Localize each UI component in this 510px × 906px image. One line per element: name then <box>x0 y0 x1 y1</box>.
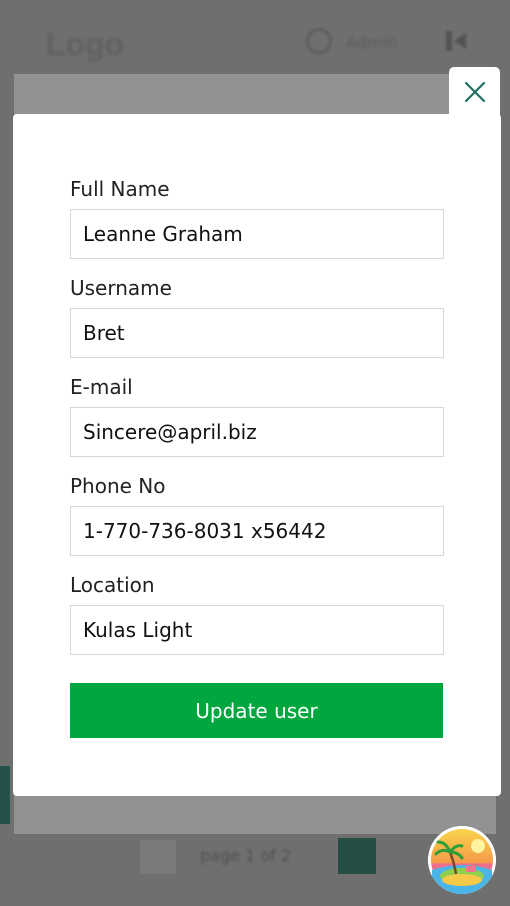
next-page-button <box>338 838 376 874</box>
user-name: Admin <box>346 33 397 52</box>
full-name-input[interactable] <box>70 209 444 259</box>
username-field: Username <box>70 275 444 358</box>
logo: Logo <box>46 26 125 62</box>
edit-user-modal: Full Name Username E-mail Phone No Locat… <box>13 114 501 796</box>
tropical-island-icon <box>428 826 496 894</box>
phone-label: Phone No <box>70 474 166 498</box>
pagination: page 1 of 2 <box>140 838 380 874</box>
close-modal-button[interactable] <box>449 67 500 117</box>
user-icon <box>306 28 332 54</box>
prev-page-button <box>140 840 176 874</box>
phone-field: Phone No <box>70 473 444 556</box>
close-icon <box>464 81 485 103</box>
app-badge[interactable] <box>428 826 496 894</box>
phone-input[interactable] <box>70 506 444 556</box>
location-field: Location <box>70 572 444 655</box>
location-label: Location <box>70 573 155 597</box>
username-input[interactable] <box>70 308 444 358</box>
email-field: E-mail <box>70 374 444 457</box>
full-name-field: Full Name <box>70 176 444 259</box>
update-user-button[interactable]: Update user <box>70 683 443 738</box>
email-input[interactable] <box>70 407 444 457</box>
username-label: Username <box>70 276 172 300</box>
side-accent <box>0 766 10 824</box>
full-name-label: Full Name <box>70 177 170 201</box>
logout-icon <box>446 31 466 51</box>
email-label: E-mail <box>70 375 133 399</box>
edit-user-form: Full Name Username E-mail Phone No Locat… <box>70 176 444 655</box>
pagination-label: page 1 of 2 <box>200 846 291 865</box>
location-input[interactable] <box>70 605 444 655</box>
